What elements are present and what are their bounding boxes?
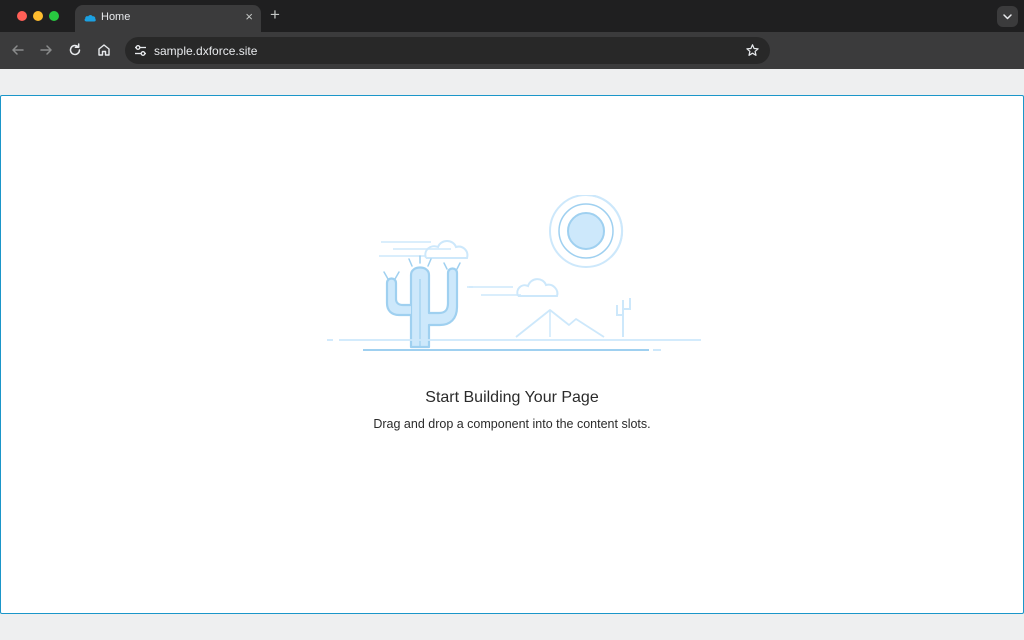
empty-state-subtitle: Drag and drop a component into the conte… (373, 417, 651, 431)
browser-toolbar: sample.dxforce.site (0, 32, 1024, 69)
content-slot[interactable]: Start Building Your Page Drag and drop a… (0, 95, 1024, 614)
home-button[interactable] (95, 41, 113, 59)
reload-icon (69, 43, 81, 56)
tab-search-button[interactable] (997, 6, 1018, 27)
back-button[interactable] (9, 41, 27, 59)
desert-illustration (327, 195, 701, 351)
star-icon[interactable] (745, 43, 760, 58)
close-window-button[interactable] (17, 11, 27, 21)
chevron-down-icon (1003, 14, 1012, 20)
home-icon (98, 44, 110, 56)
maximize-window-button[interactable] (49, 11, 59, 21)
empty-state-title: Start Building Your Page (425, 389, 599, 406)
arrow-left-icon (12, 45, 24, 55)
cloud-icon (83, 11, 97, 25)
window-titlebar: Home × + (0, 0, 1024, 32)
new-tab-button[interactable]: + (270, 6, 280, 24)
tab-title: Home (101, 11, 131, 23)
site-settings-icon[interactable] (133, 43, 148, 58)
browser-tab[interactable]: Home × (75, 5, 261, 32)
address-bar[interactable]: sample.dxforce.site (125, 37, 770, 64)
arrow-right-icon (40, 45, 52, 55)
tab-close-icon[interactable]: × (245, 10, 253, 24)
page-viewport: Start Building Your Page Drag and drop a… (0, 69, 1024, 640)
forward-button[interactable] (37, 41, 55, 59)
url-text[interactable]: sample.dxforce.site (154, 44, 257, 58)
reload-button[interactable] (66, 41, 84, 59)
minimize-window-button[interactable] (33, 11, 43, 21)
